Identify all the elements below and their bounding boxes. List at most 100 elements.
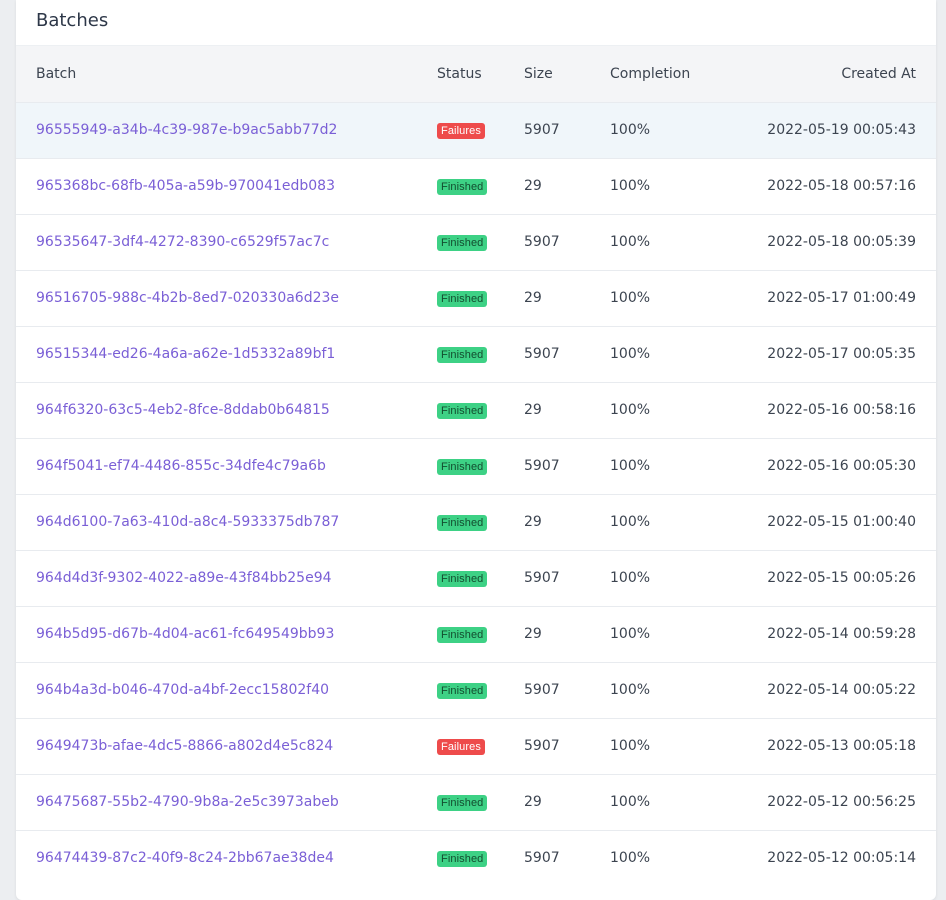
size-cell: 29 (524, 402, 542, 418)
batch-cell: 964f6320-63c5-4eb2-8fce-8ddab0b64815 (16, 382, 417, 438)
batch-link[interactable]: 964b4a3d-b046-470d-a4bf-2ecc15802f40 (36, 682, 329, 698)
header-completion: Completion (610, 65, 691, 82)
status-cell: Finished (417, 326, 524, 382)
created-at-cell: 2022-05-13 00:05:18 (767, 738, 916, 754)
created-at-cell: 2022-05-15 00:05:26 (767, 570, 916, 586)
table-row[interactable]: 964f5041-ef74-4486-855c-34dfe4c79a6b Fini… (16, 438, 936, 494)
batches-table: Batch Status Size Completion Created At … (16, 46, 936, 886)
created-at-cell: 2022-05-17 01:00:49 (767, 290, 916, 306)
table-row[interactable]: 96555949-a34b-4c39-987e-b9ac5abb77d2 Fail… (16, 102, 936, 158)
status-cell: Finished (417, 158, 524, 214)
created-at-cell: 2022-05-18 00:57:16 (767, 178, 916, 194)
status-cell: Finished (417, 270, 524, 326)
batch-cell: 96555949-a34b-4c39-987e-b9ac5abb77d2 (16, 102, 417, 158)
table-row[interactable]: 964d4d3f-9302-4022-a89e-43f84bb25e94 Fini… (16, 550, 936, 606)
completion-cell: 100% (610, 682, 651, 698)
table-header-row: Batch Status Size Completion Created At (16, 46, 936, 102)
status-cell: Finished (417, 382, 524, 438)
completion-cell: 100% (610, 458, 651, 474)
size-cell: 5907 (524, 346, 560, 362)
table-body: 96555949-a34b-4c39-987e-b9ac5abb77d2 Fail… (16, 102, 936, 886)
status-cell: Finished (417, 774, 524, 830)
batch-link[interactable]: 965368bc-68fb-405a-a59b-970041edb083 (36, 178, 335, 194)
completion-cell: 100% (610, 346, 651, 362)
table-row[interactable]: 965368bc-68fb-405a-a59b-970041edb083 Fini… (16, 158, 936, 214)
batch-cell: 9649473b-afae-4dc5-8866-a802d4e5c824 (16, 718, 417, 774)
status-cell: Finished (417, 606, 524, 662)
status-badge: Finished (437, 626, 488, 643)
completion-cell: 100% (610, 738, 651, 754)
batch-link[interactable]: 964d6100-7a63-410d-a8c4-5933375db787 (36, 514, 339, 530)
status-badge: Finished (437, 458, 488, 475)
status-cell: Failures (417, 102, 524, 158)
created-at-cell: 2022-05-14 00:59:28 (767, 626, 916, 642)
batch-cell: 964f5041-ef74-4486-855c-34dfe4c79a6b (16, 438, 417, 494)
status-badge: Finished (437, 346, 488, 363)
batch-link[interactable]: 96516705-988c-4b2b-8ed7-020330a6d23e (36, 290, 339, 306)
completion-cell: 100% (610, 402, 651, 418)
header-batch: Batch (36, 65, 77, 82)
batch-link[interactable]: 9649473b-afae-4dc5-8866-a802d4e5c824 (36, 738, 333, 754)
completion-cell: 100% (610, 570, 651, 586)
status-badge: Finished (437, 234, 488, 251)
table-row[interactable]: 96535647-3df4-4272-8390-c6529f57ac7c Fini… (16, 214, 936, 270)
batch-cell: 96516705-988c-4b2b-8ed7-020330a6d23e (16, 270, 417, 326)
batch-link[interactable]: 964f5041-ef74-4486-855c-34dfe4c79a6b (36, 458, 326, 474)
table-row[interactable]: 964b4a3d-b046-470d-a4bf-2ecc15802f40 Fini… (16, 662, 936, 718)
table-row[interactable]: 96516705-988c-4b2b-8ed7-020330a6d23e Fini… (16, 270, 936, 326)
table-row[interactable]: 964d6100-7a63-410d-a8c4-5933375db787 Fini… (16, 494, 936, 550)
size-cell: 5907 (524, 738, 560, 754)
size-cell: 5907 (524, 234, 560, 250)
status-badge: Finished (437, 402, 488, 419)
batch-link[interactable]: 964f6320-63c5-4eb2-8fce-8ddab0b64815 (36, 402, 330, 418)
card-title: Batches (16, 0, 936, 46)
status-badge: Failures (437, 738, 485, 755)
batch-link[interactable]: 96535647-3df4-4272-8390-c6529f57ac7c (36, 234, 329, 250)
size-cell: 5907 (524, 122, 560, 138)
size-cell: 29 (524, 514, 542, 530)
batch-cell: 96535647-3df4-4272-8390-c6529f57ac7c (16, 214, 417, 270)
completion-cell: 100% (610, 122, 651, 138)
table-row[interactable]: 9649473b-afae-4dc5-8866-a802d4e5c824 Fail… (16, 718, 936, 774)
table-row[interactable]: 964f6320-63c5-4eb2-8fce-8ddab0b64815 Fini… (16, 382, 936, 438)
batch-link[interactable]: 964b5d95-d67b-4d04-ac61-fc649549bb93 (36, 626, 334, 642)
batch-cell: 96515344-ed26-4a6a-a62e-1d5332a89bf1 (16, 326, 417, 382)
batch-link[interactable]: 964d4d3f-9302-4022-a89e-43f84bb25e94 (36, 570, 332, 586)
batch-cell: 964d6100-7a63-410d-a8c4-5933375db787 (16, 494, 417, 550)
completion-cell: 100% (610, 290, 651, 306)
table-row[interactable]: 96515344-ed26-4a6a-a62e-1d5332a89bf1 Fini… (16, 326, 936, 382)
status-badge: Finished (437, 850, 488, 867)
size-cell: 5907 (524, 458, 560, 474)
batch-cell: 964b4a3d-b046-470d-a4bf-2ecc15802f40 (16, 662, 417, 718)
size-cell: 29 (524, 178, 542, 194)
created-at-cell: 2022-05-17 00:05:35 (767, 346, 916, 362)
table-row[interactable]: 96475687-55b2-4790-9b8a-2e5c3973abeb Fini… (16, 774, 936, 830)
table-row[interactable]: 964b5d95-d67b-4d04-ac61-fc649549bb93 Fini… (16, 606, 936, 662)
size-cell: 29 (524, 290, 542, 306)
batch-cell: 964d4d3f-9302-4022-a89e-43f84bb25e94 (16, 550, 417, 606)
batches-card: Batches Batch Status Size Completion Cre… (16, 0, 936, 900)
completion-cell: 100% (610, 794, 651, 810)
status-cell: Finished (417, 438, 524, 494)
created-at-cell: 2022-05-14 00:05:22 (767, 682, 916, 698)
status-badge: Finished (437, 682, 488, 699)
batch-link[interactable]: 96515344-ed26-4a6a-a62e-1d5332a89bf1 (36, 346, 335, 362)
completion-cell: 100% (610, 178, 651, 194)
status-badge: Finished (437, 514, 488, 531)
status-badge: Finished (437, 290, 488, 307)
status-badge: Finished (437, 178, 488, 195)
created-at-cell: 2022-05-16 00:05:30 (767, 458, 916, 474)
created-at-cell: 2022-05-19 00:05:43 (767, 122, 916, 138)
status-badge: Failures (437, 122, 485, 139)
header-size: Size (524, 65, 553, 82)
created-at-cell: 2022-05-16 00:58:16 (767, 402, 916, 418)
batch-cell: 964b5d95-d67b-4d04-ac61-fc649549bb93 (16, 606, 417, 662)
completion-cell: 100% (610, 626, 651, 642)
status-cell: Finished (417, 494, 524, 550)
completion-cell: 100% (610, 514, 651, 530)
batch-link[interactable]: 96474439-87c2-40f9-8c24-2bb67ae38de4 (36, 850, 334, 866)
batch-link[interactable]: 96555949-a34b-4c39-987e-b9ac5abb77d2 (36, 122, 337, 138)
created-at-cell: 2022-05-15 01:00:40 (767, 514, 916, 530)
completion-cell: 100% (610, 234, 651, 250)
batch-link[interactable]: 96475687-55b2-4790-9b8a-2e5c3973abeb (36, 794, 339, 810)
